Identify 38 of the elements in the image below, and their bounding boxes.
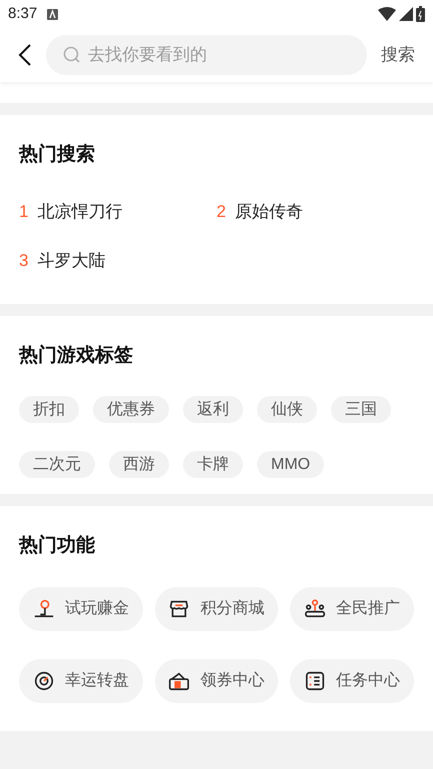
back-icon[interactable]	[18, 44, 32, 66]
battery-icon	[416, 6, 425, 22]
feature-button[interactable]: 任务中心	[290, 658, 414, 702]
search-field[interactable]: 去找你要看到的	[46, 35, 367, 75]
people-icon	[304, 598, 326, 620]
tag-chip[interactable]: 优惠券	[93, 396, 169, 423]
rank-number: 2	[216, 201, 226, 224]
status-time: 8:37	[8, 4, 38, 24]
checklist-icon	[304, 670, 326, 692]
section-title: 热门游戏标签	[19, 344, 134, 368]
joystick-icon	[32, 598, 55, 620]
wifi-icon	[378, 7, 396, 21]
tag-chip[interactable]: 折扣	[19, 396, 79, 423]
wallet-icon	[168, 670, 190, 692]
section-title: 热门功能	[19, 534, 96, 558]
tag-chip[interactable]: 二次元	[19, 451, 95, 478]
section-title: 热门搜索	[19, 142, 96, 167]
feature-button[interactable]: 全民推广	[290, 586, 414, 630]
rank-number: 3	[19, 250, 28, 272]
rank-number: 1	[19, 201, 28, 224]
search-suggestion[interactable]: 北凉悍刀行	[37, 199, 122, 225]
tag-chip[interactable]: 卡牌	[183, 451, 243, 478]
tag-chip[interactable]: 西游	[109, 451, 169, 478]
signal-icon	[399, 7, 413, 21]
feature-button[interactable]: 领券中心	[154, 658, 278, 702]
tag-chip[interactable]: 三国	[331, 396, 391, 423]
tag-chip[interactable]: MMO	[257, 451, 324, 478]
wheel-icon	[32, 670, 55, 692]
feature-button[interactable]: 试玩赚金	[19, 586, 143, 630]
notification-icon	[47, 8, 58, 20]
feature-button[interactable]: 幸运转盘	[19, 658, 143, 702]
search-button[interactable]: 搜索	[381, 42, 415, 68]
tag-chip[interactable]: 返利	[183, 396, 243, 423]
tag-chip[interactable]: 仙侠	[257, 396, 317, 423]
search-icon	[63, 46, 81, 64]
search-suggestion[interactable]: 斗罗大陆	[37, 248, 106, 274]
feature-button[interactable]: 积分商城	[154, 586, 278, 630]
search-suggestion[interactable]: 原始传奇	[234, 199, 303, 225]
